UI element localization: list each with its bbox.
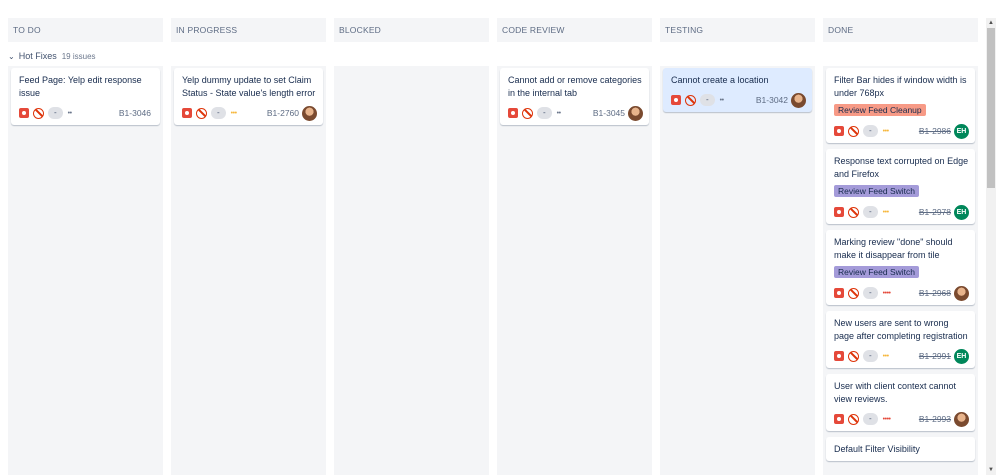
issue-key[interactable]: B1-2968 <box>919 288 951 298</box>
column-blocked <box>334 66 489 475</box>
blocked-icon <box>685 94 696 106</box>
issue-card[interactable]: New users are sent to wrong page after c… <box>826 311 975 368</box>
card-title: Cannot add or remove categories in the i… <box>508 75 642 98</box>
column-header-todo[interactable]: TO DO <box>8 18 163 42</box>
priority-icon: •• <box>556 109 561 117</box>
estimate-badge: - <box>211 107 226 119</box>
blocked-icon <box>848 287 859 299</box>
priority-icon: •••• <box>882 415 891 423</box>
card-title: Response text corrupted on Edge and Fire… <box>834 156 969 179</box>
column-done: Filter Bar hides if window width is unde… <box>823 66 978 475</box>
issue-card[interactable]: Marking review "done" should make it dis… <box>826 230 975 305</box>
epic-label[interactable]: Review Feed Switch <box>834 266 920 278</box>
avatar[interactable] <box>791 92 806 108</box>
avatar[interactable]: EH <box>954 123 969 139</box>
issue-key[interactable]: B1-2993 <box>919 414 951 424</box>
estimate-badge: - <box>863 206 878 218</box>
card-title: Filter Bar hides if window width is unde… <box>834 75 967 98</box>
column-in-progress: Yelp dummy update to set Claim Status - … <box>171 66 326 475</box>
epic-label[interactable]: Review Feed Cleanup <box>834 104 926 116</box>
issue-key[interactable]: B1-2986 <box>919 126 951 136</box>
avatar[interactable]: EH <box>954 348 969 364</box>
epic-label[interactable]: Review Feed Switch <box>834 185 920 197</box>
avatar[interactable] <box>954 411 969 427</box>
issue-card[interactable]: Filter Bar hides if window width is unde… <box>826 68 975 143</box>
bug-icon <box>19 108 29 118</box>
priority-icon: ••• <box>230 109 237 117</box>
bug-icon <box>834 414 844 424</box>
bug-icon <box>834 207 844 217</box>
column-testing: Cannot create a location - •• B1-3042 <box>660 66 815 475</box>
estimate-badge: - <box>863 125 878 137</box>
priority-icon: •• <box>67 109 72 117</box>
avatar[interactable] <box>302 105 317 121</box>
issue-card[interactable]: Cannot add or remove categories in the i… <box>500 68 649 125</box>
blocked-icon <box>848 350 859 362</box>
scrollbar-thumb[interactable] <box>987 28 995 188</box>
blocked-icon <box>848 413 859 425</box>
priority-icon: ••• <box>882 352 889 360</box>
issue-key[interactable]: B1-2991 <box>919 351 951 361</box>
bug-icon <box>508 108 518 118</box>
estimate-badge: - <box>863 413 878 425</box>
column-header-code-review[interactable]: CODE REVIEW <box>497 18 652 42</box>
swimlane-issue-count: 19 issues <box>61 51 96 61</box>
card-title: Feed Page: Yelp edit response issue <box>19 75 142 98</box>
issue-card[interactable]: Default Filter Visibility <box>826 437 975 461</box>
priority-icon: •••• <box>882 289 891 297</box>
issue-card[interactable]: Feed Page: Yelp edit response issue - ••… <box>11 68 160 125</box>
issue-card[interactable]: Response text corrupted on Edge and Fire… <box>826 149 975 224</box>
issue-key[interactable]: B1-2760 <box>267 108 299 118</box>
issue-card[interactable]: Cannot create a location - •• B1-3042 <box>663 68 812 112</box>
avatar[interactable] <box>954 285 969 301</box>
blocked-icon <box>33 107 44 119</box>
priority-icon: ••• <box>882 208 889 216</box>
scroll-up-arrow-icon[interactable]: ▲ <box>986 18 996 28</box>
avatar[interactable]: EH <box>954 204 969 220</box>
bug-icon <box>834 288 844 298</box>
issue-key[interactable]: B1-3042 <box>756 95 788 105</box>
card-title: Yelp dummy update to set Claim Status - … <box>182 75 316 98</box>
column-header-testing[interactable]: TESTING <box>660 18 815 42</box>
bug-icon <box>671 95 681 105</box>
card-title: User with client context cannot view rev… <box>834 381 957 404</box>
blocked-icon <box>848 125 859 137</box>
avatar[interactable] <box>628 105 643 121</box>
blocked-icon <box>196 107 207 119</box>
column-header-done[interactable]: DONE <box>823 18 978 42</box>
issue-card[interactable]: User with client context cannot view rev… <box>826 374 975 431</box>
issue-key[interactable]: B1-3046 <box>119 108 151 118</box>
column-todo: Feed Page: Yelp edit response issue - ••… <box>8 66 163 475</box>
bug-icon <box>182 108 192 118</box>
estimate-badge: - <box>700 94 715 106</box>
bug-icon <box>834 126 844 136</box>
issue-card[interactable]: Yelp dummy update to set Claim Status - … <box>174 68 323 125</box>
card-title: New users are sent to wrong page after c… <box>834 318 968 341</box>
priority-icon: •• <box>719 96 724 104</box>
column-header-blocked[interactable]: BLOCKED <box>334 18 489 42</box>
blocked-icon <box>848 206 859 218</box>
issue-key[interactable]: B1-2978 <box>919 207 951 217</box>
column-header-in-progress[interactable]: IN PROGRESS <box>171 18 326 42</box>
swimlane-name: Hot Fixes <box>18 51 57 61</box>
bug-icon <box>834 351 844 361</box>
chevron-down-icon[interactable]: ⌄ <box>8 52 15 61</box>
column-code-review: Cannot add or remove categories in the i… <box>497 66 652 475</box>
blocked-icon <box>522 107 533 119</box>
scroll-down-arrow-icon[interactable]: ▼ <box>986 465 996 475</box>
card-title: Default Filter Visibility <box>834 444 920 454</box>
estimate-badge: - <box>537 107 552 119</box>
vertical-scrollbar[interactable]: ▲ ▼ <box>986 18 996 475</box>
priority-icon: ••• <box>882 127 889 135</box>
card-title: Cannot create a location <box>671 75 769 85</box>
estimate-badge: - <box>863 350 878 362</box>
issue-key[interactable]: B1-3045 <box>593 108 625 118</box>
kanban-board: TO DO IN PROGRESS BLOCKED CODE REVIEW TE… <box>8 18 980 475</box>
estimate-badge: - <box>48 107 63 119</box>
card-title: Marking review "done" should make it dis… <box>834 237 953 260</box>
estimate-badge: - <box>863 287 878 299</box>
column-headers: TO DO IN PROGRESS BLOCKED CODE REVIEW TE… <box>8 18 980 42</box>
swimlane-hot-fixes[interactable]: ⌄ Hot Fixes 19 issues <box>8 48 408 64</box>
